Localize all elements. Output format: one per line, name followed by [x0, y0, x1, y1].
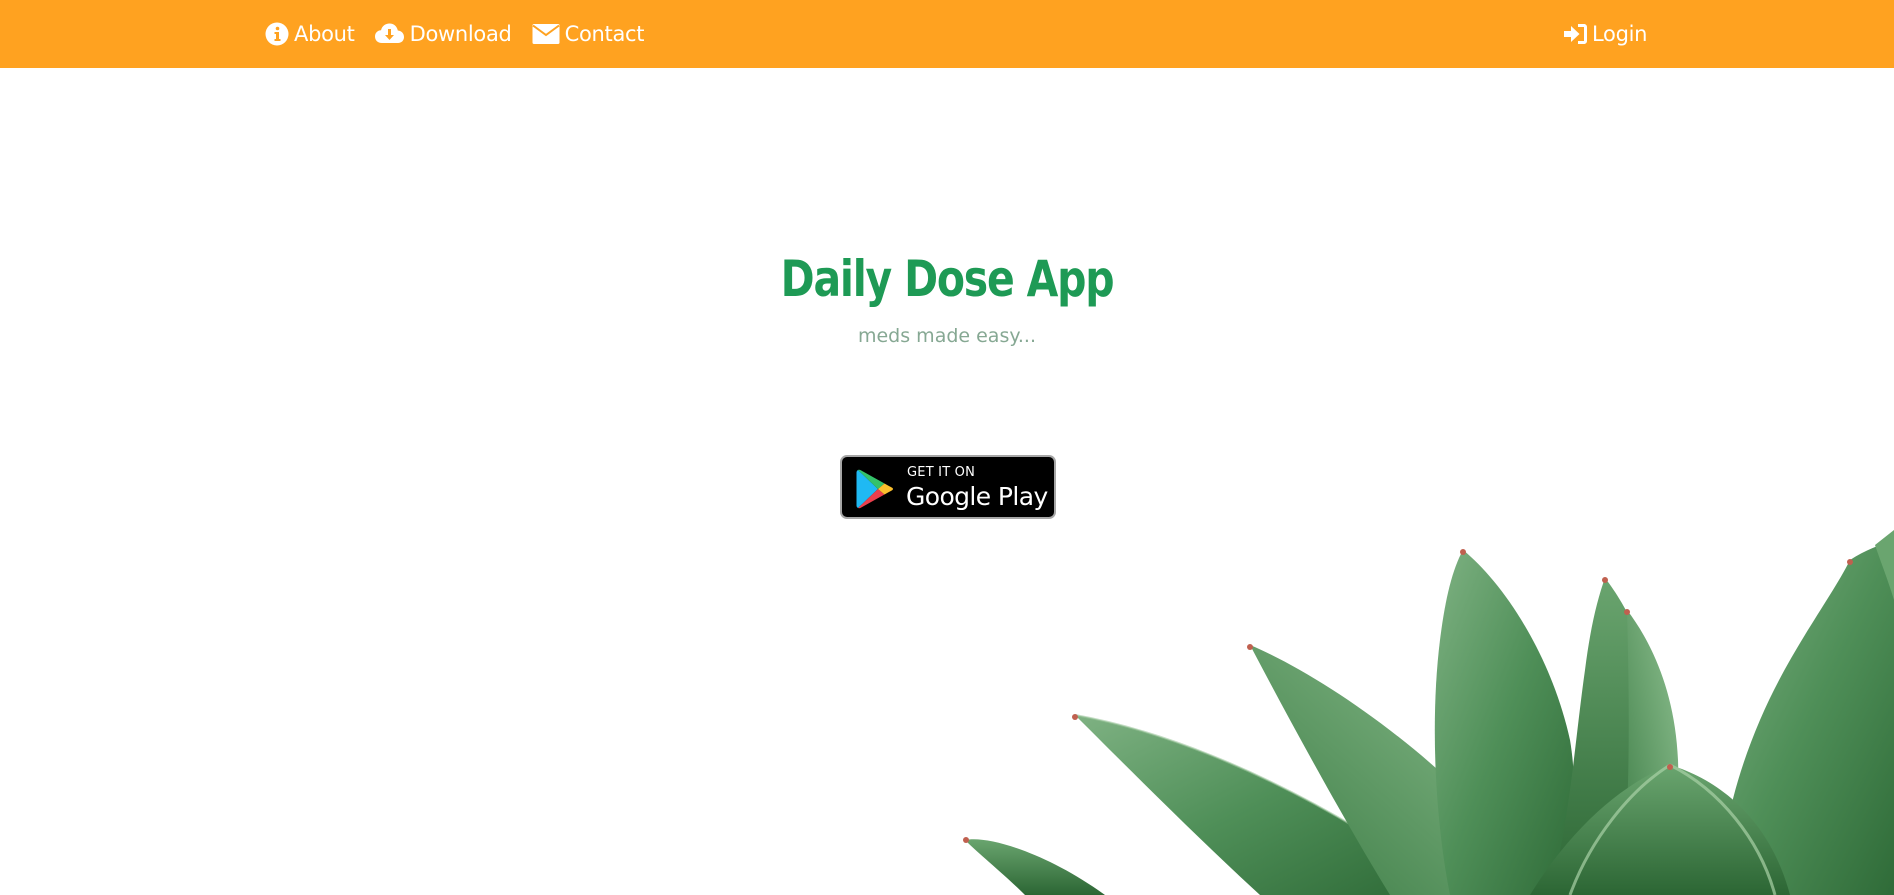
badge-small-text: GET IT ON [907, 465, 976, 480]
cloud-download-icon [374, 21, 406, 47]
tagline: meds made easy... [857, 325, 1037, 347]
nav-about-label: About [294, 22, 355, 46]
nav-download-label: Download [409, 22, 512, 46]
top-navbar: About Download Contact Login [0, 0, 1894, 68]
badge-big-text: Google Play [906, 482, 1048, 511]
envelope-icon [531, 21, 561, 47]
google-play-badge[interactable]: GET IT ON Google Play [840, 455, 1056, 519]
nav-download-link[interactable]: Download [374, 21, 512, 47]
page: About Download Contact Login Daily Dose … [0, 0, 1894, 895]
nav-contact-link[interactable]: Contact [531, 21, 645, 47]
nav-login-label: Login [1592, 22, 1648, 46]
nav-login-link[interactable]: Login [1562, 21, 1647, 47]
nav-left-group: About Download Contact [264, 0, 663, 68]
succulent-image [930, 520, 1894, 895]
nav-contact-label: Contact [564, 22, 645, 46]
sign-in-icon [1562, 21, 1588, 47]
info-circle-icon [264, 21, 290, 47]
nav-right-group: Login [1562, 0, 1666, 68]
google-play-icon [854, 468, 896, 510]
nav-about-link[interactable]: About [264, 21, 355, 47]
page-title: Daily Dose App [780, 250, 1115, 308]
